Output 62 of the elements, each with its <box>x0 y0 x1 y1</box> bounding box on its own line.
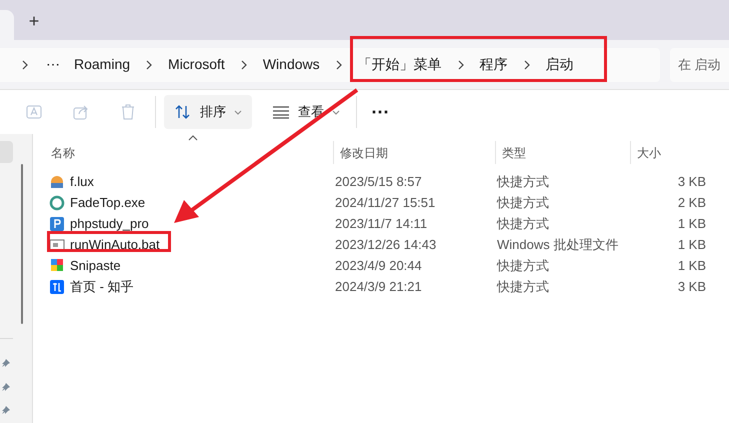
breadcrumb-item[interactable]: 程序 <box>480 54 508 75</box>
file-icon <box>49 194 65 210</box>
file-size: 1 KB <box>678 258 706 273</box>
file-name[interactable]: 首页 - 知乎 <box>70 276 134 296</box>
chevron-right-icon <box>240 60 248 70</box>
file-type: 快捷方式 <box>497 174 549 189</box>
file-name[interactable]: Snipaste <box>70 256 121 276</box>
file-size: 3 KB <box>678 174 706 189</box>
file-type: 快捷方式 <box>497 258 549 273</box>
caret-icon <box>332 110 340 114</box>
search-field[interactable]: 在 启动 <box>670 48 729 82</box>
file-name[interactable]: FadeTop.exe <box>70 192 146 212</box>
file-type: 快捷方式 <box>497 194 549 210</box>
modified-date: 2024/3/9 21:21 <box>335 278 422 294</box>
column-header[interactable]: 修改日期 <box>334 141 496 164</box>
chevron-right-icon <box>145 60 154 70</box>
tab[interactable] <box>0 10 14 40</box>
file-size: 2 KB <box>678 194 706 210</box>
file-size: 1 KB <box>678 236 706 252</box>
file-name[interactable]: phpstudy_pro <box>70 214 149 234</box>
pin-icon[interactable] <box>1 405 11 415</box>
file-icon <box>49 278 65 294</box>
overflow-button[interactable]: ⋯ <box>44 54 62 75</box>
breadcrumb-item[interactable]: Roaming <box>74 54 130 75</box>
chevron-right-icon <box>21 60 29 70</box>
pin-icon[interactable] <box>1 382 11 392</box>
file-size: 1 KB <box>678 216 706 231</box>
file-icon <box>49 216 65 232</box>
sort-icon <box>174 104 192 120</box>
file-name[interactable]: f.lux <box>70 172 94 192</box>
caret-icon <box>234 110 242 114</box>
list-icon <box>272 105 290 119</box>
more-button[interactable]: ⋯ <box>367 98 393 126</box>
scrollbar[interactable] <box>21 164 23 324</box>
modified-date: 2023/5/15 8:57 <box>335 174 422 189</box>
file-type: Windows 批处理文件 <box>497 236 618 252</box>
address-bar[interactable]: ⋯ Roaming Microsoft Windows 「开始」菜单 程序 启动 <box>0 48 660 82</box>
sort-ascending-icon <box>188 135 198 141</box>
file-type: 快捷方式 <box>497 216 549 231</box>
file-name[interactable]: runWinAuto.bat <box>70 234 160 254</box>
file-size: 3 KB <box>678 278 706 294</box>
sort-button[interactable]: 排序 <box>164 95 252 129</box>
modified-date: 2023/12/26 14:43 <box>335 236 436 252</box>
breadcrumb-item[interactable]: 「开始」菜单 <box>358 54 442 75</box>
pin-icon[interactable] <box>1 358 11 368</box>
column-header[interactable]: 大小 <box>631 141 714 164</box>
search-placeholder: 在 启动 <box>678 56 721 74</box>
modified-date: 2023/11/7 14:11 <box>335 216 428 231</box>
chevron-right-icon <box>522 60 531 70</box>
file-icon <box>49 258 65 274</box>
breadcrumb-item[interactable]: Microsoft <box>168 54 225 75</box>
column-header[interactable]: 类型 <box>496 141 631 164</box>
file-type: 快捷方式 <box>497 278 549 294</box>
breadcrumb-item[interactable]: 启动 <box>546 54 574 75</box>
column-header[interactable]: 名称 <box>45 141 334 164</box>
file-icon <box>49 174 65 190</box>
modified-date: 2023/4/9 20:44 <box>335 258 422 273</box>
chevron-right-icon <box>456 60 465 70</box>
breadcrumb-item[interactable]: Windows <box>262 54 320 75</box>
new-tab-button[interactable]: + <box>26 10 42 32</box>
chevron-right-icon <box>334 60 343 70</box>
modified-date: 2024/11/27 15:51 <box>335 194 436 210</box>
